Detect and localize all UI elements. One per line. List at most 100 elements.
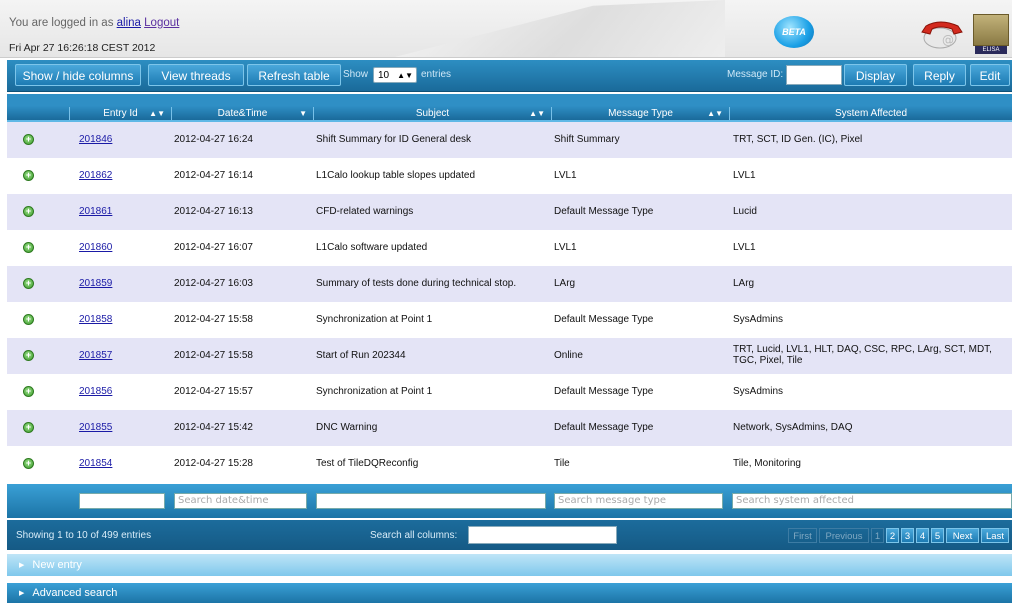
current-date: Fri Apr 27 16:26:18 CEST 2012 — [9, 42, 156, 54]
entry-message-type: Tile — [554, 458, 570, 469]
entry-datetime: 2012-04-27 16:14 — [174, 170, 253, 181]
pager-next-button[interactable]: Next — [946, 528, 979, 543]
column-label: System Affected — [834, 108, 908, 119]
expand-row-icon[interactable]: + — [23, 350, 34, 361]
entry-datetime: 2012-04-27 15:57 — [174, 386, 253, 397]
entry-subject: CFD-related warnings — [316, 206, 414, 217]
pager-previous-button[interactable]: Previous — [819, 528, 869, 543]
table-row[interactable]: +201856 2012-04-27 15:57 Synchronization a… — [7, 374, 1012, 410]
entry-id-link[interactable]: 201858 — [79, 314, 112, 325]
chevron-updown-icon: ▲▼ — [397, 71, 413, 80]
pager-page-1[interactable]: 1 — [871, 528, 884, 543]
expand-row-icon[interactable]: + — [23, 314, 34, 325]
entry-system-affected: Tile, Monitoring — [733, 458, 801, 469]
svg-text:@: @ — [942, 33, 954, 47]
entry-id-link[interactable]: 201857 — [79, 350, 112, 361]
table-row[interactable]: +201846 2012-04-27 16:24 Shift Summary for… — [7, 122, 1012, 158]
entry-system-affected: LVL1 — [733, 170, 756, 181]
advanced-search-panel-toggle[interactable]: ▶ Advanced search — [7, 583, 1012, 603]
column-header-datetime[interactable]: Date&Time ▼ — [171, 107, 313, 120]
new-entry-panel-toggle[interactable]: ▶ New entry — [7, 554, 1012, 576]
edit-button[interactable]: Edit — [970, 64, 1010, 86]
entry-message-type: Default Message Type — [554, 422, 654, 433]
pager-page-3[interactable]: 3 — [901, 528, 914, 543]
filter-message-type-input[interactable]: Search message type — [554, 493, 723, 509]
toolbar: Show / hide columns View threads Refresh… — [7, 60, 1012, 92]
table-row[interactable]: +201854 2012-04-27 15:28 Test of TileDQRec… — [7, 446, 1012, 482]
page-header: You are logged in as alina Logout Fri Ap… — [0, 0, 1012, 58]
entries-per-page-select[interactable]: 10 ▲▼ — [373, 67, 417, 83]
view-threads-button[interactable]: View threads — [148, 64, 244, 86]
table-row[interactable]: +201859 2012-04-27 16:03 Summary of tests … — [7, 266, 1012, 302]
table-row[interactable]: +201861 2012-04-27 16:13 CFD-related warni… — [7, 194, 1012, 230]
entry-system-affected: TRT, Lucid, LVL1, HLT, DAQ, CSC, RPC, LA… — [733, 344, 992, 366]
entry-system-affected: SysAdmins — [733, 314, 784, 325]
entry-system-affected: LArg — [733, 278, 755, 289]
table-footer: Showing 1 to 10 of 499 entries Search al… — [7, 520, 1012, 550]
expand-row-icon[interactable]: + — [23, 134, 34, 145]
expand-row-icon[interactable]: + — [23, 278, 34, 289]
username-link[interactable]: alina — [117, 17, 141, 29]
table-row[interactable]: +201855 2012-04-27 15:42 DNC Warning Defaul… — [7, 410, 1012, 446]
table-row[interactable]: +201860 2012-04-27 16:07 L1Calo software u… — [7, 230, 1012, 266]
entry-id-link[interactable]: 201861 — [79, 206, 112, 217]
phone-icon[interactable]: @ — [920, 16, 970, 50]
filter-entry-id-input[interactable] — [79, 493, 165, 509]
search-all-input[interactable] — [468, 526, 617, 544]
sort-desc-icon: ▼ — [299, 109, 307, 118]
column-header-entry-id[interactable]: Entry Id ▲▼ — [69, 107, 171, 120]
entry-id-link[interactable]: 201854 — [79, 458, 112, 469]
column-header-system-affected[interactable]: System Affected — [729, 107, 1012, 120]
table-header: Entry Id ▲▼ Date&Time ▼ Subject ▲▼ Message … — [7, 94, 1012, 122]
entry-message-type: Default Message Type — [554, 314, 654, 325]
filter-system-affected-input[interactable]: Search system affected — [732, 493, 1012, 509]
filter-subject-input[interactable] — [316, 493, 546, 509]
column-header-message-type[interactable]: Message Type ▲▼ — [551, 107, 729, 120]
entry-system-affected: Lucid — [733, 206, 757, 217]
pager-last-button[interactable]: Last — [981, 528, 1009, 543]
expand-triangle-icon: ▶ — [19, 562, 25, 569]
entry-id-link[interactable]: 201846 — [79, 134, 112, 145]
pager-first-button[interactable]: First — [788, 528, 817, 543]
table-row[interactable]: +201862 2012-04-27 16:14 L1Calo lookup tab… — [7, 158, 1012, 194]
entry-subject: Start of Run 202344 — [316, 350, 406, 361]
expand-row-icon[interactable]: + — [23, 422, 34, 433]
message-id-input[interactable] — [786, 65, 842, 85]
entry-id-link[interactable]: 201859 — [79, 278, 112, 289]
refresh-table-button[interactable]: Refresh table — [247, 64, 341, 86]
pager-page-4[interactable]: 4 — [916, 528, 929, 543]
entry-subject: Summary of tests done during technical s… — [316, 278, 517, 289]
entry-id-link[interactable]: 201855 — [79, 422, 112, 433]
expand-triangle-icon: ▶ — [19, 590, 25, 597]
beta-badge: BETA — [774, 16, 814, 48]
entry-message-type: Default Message Type — [554, 386, 654, 397]
sort-icon: ▲▼ — [529, 109, 545, 118]
entry-datetime: 2012-04-27 15:28 — [174, 458, 253, 469]
entry-system-affected: SysAdmins — [733, 386, 784, 397]
entry-subject: Synchronization at Point 1 — [316, 386, 433, 397]
expand-row-icon[interactable]: + — [23, 170, 34, 181]
reply-button[interactable]: Reply — [913, 64, 966, 86]
entry-id-link[interactable]: 201860 — [79, 242, 112, 253]
entry-message-type: Default Message Type — [554, 206, 654, 217]
column-header-subject[interactable]: Subject ▲▼ — [313, 107, 551, 120]
entry-id-link[interactable]: 201862 — [79, 170, 112, 181]
elisa-logo-label: ELISA — [975, 46, 1007, 54]
pager-page-2[interactable]: 2 — [886, 528, 899, 543]
expand-row-icon[interactable]: + — [23, 206, 34, 217]
expand-row-icon[interactable]: + — [23, 386, 34, 397]
expand-row-icon[interactable]: + — [23, 242, 34, 253]
filter-datetime-input[interactable]: Search date&time — [174, 493, 307, 509]
show-hide-columns-button[interactable]: Show / hide columns — [15, 64, 141, 86]
entry-id-link[interactable]: 201856 — [79, 386, 112, 397]
entry-message-type: LArg — [554, 278, 576, 289]
entry-subject: Shift Summary for ID General desk — [316, 134, 472, 145]
expand-row-icon[interactable]: + — [23, 458, 34, 469]
display-button[interactable]: Display — [844, 64, 907, 86]
table-row[interactable]: +201858 2012-04-27 15:58 Synchronization a… — [7, 302, 1012, 338]
pager-page-5[interactable]: 5 — [931, 528, 944, 543]
logout-link[interactable]: Logout — [144, 17, 179, 29]
table-row[interactable]: +201857 2012-04-27 15:58 Start of Run 2023… — [7, 338, 1012, 374]
entries-table: Entry Id ▲▼ Date&Time ▼ Subject ▲▼ Message … — [7, 94, 1012, 482]
entry-datetime: 2012-04-27 15:58 — [174, 314, 253, 325]
